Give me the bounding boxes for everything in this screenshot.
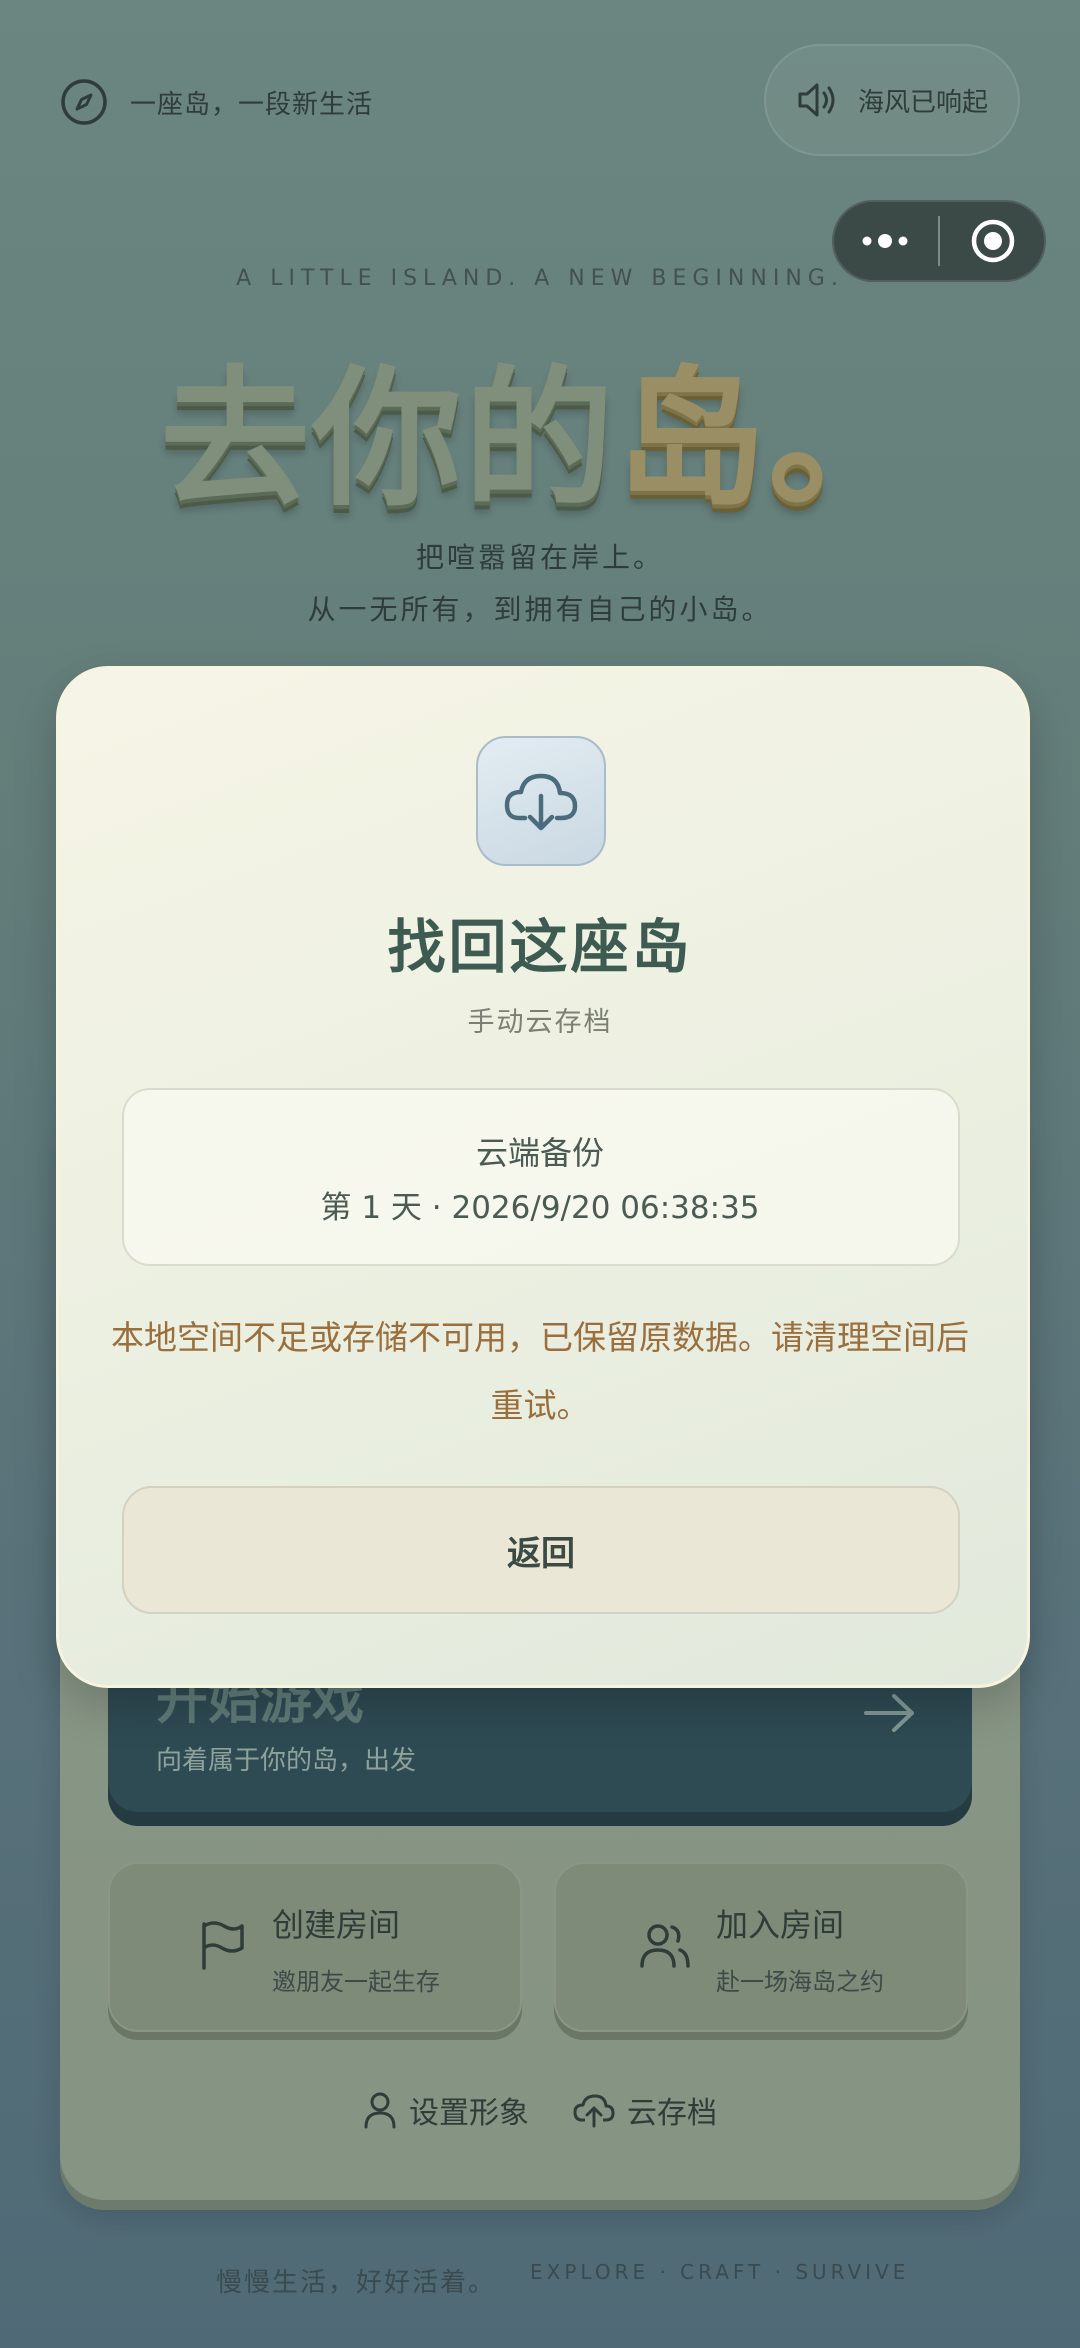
hero-title-main: 去你的 xyxy=(159,353,616,527)
top-tagline-row: 一座岛，一段新生活 xyxy=(60,76,373,128)
sound-label: 海风已响起 xyxy=(857,87,988,118)
set-avatar-label: 设置形象 xyxy=(409,2096,529,2131)
dialog-subtitle: 手动云存档 xyxy=(467,1007,613,1038)
create-room-subtitle: 邀朋友一起生存 xyxy=(272,1968,440,1996)
flag-icon xyxy=(202,1921,244,1970)
app-tagline: 一座岛，一段新生活 xyxy=(130,89,374,120)
record-circle-icon xyxy=(971,219,1015,263)
storage-warning-message: 本地空间不足或存储不可用，已保留原数据。请清理空间后重试。 xyxy=(111,1318,969,1425)
join-room-title: 加入房间 xyxy=(716,1906,845,1944)
user-icon xyxy=(364,2092,396,2129)
hero-eyebrow: A LITTLE ISLAND. A NEW BEGINNING. xyxy=(236,266,844,291)
join-room-button[interactable] xyxy=(554,1862,968,2032)
speaker-icon xyxy=(798,83,835,117)
backup-info-card xyxy=(122,1088,960,1266)
cloud-upload-icon xyxy=(573,2094,615,2128)
footer-slogan: 慢慢生活，好好活着。 xyxy=(216,2268,497,2298)
backup-details: 第 1 天 · 2026/9/20 06:38:35 xyxy=(320,1190,760,1226)
backup-label: 云端备份 xyxy=(475,1134,604,1172)
back-button[interactable]: 返回 xyxy=(122,1486,960,1614)
footer-motto: EXPLORE · CRAFT · SURVIVE xyxy=(530,2260,910,2284)
hero-subtitle-line1: 把喧嚣留在岸上。 xyxy=(415,541,664,574)
dialog-title: 找回这座岛 xyxy=(387,913,693,981)
create-room-title: 创建房间 xyxy=(272,1906,401,1944)
cloud-save-link[interactable]: 云存档 xyxy=(573,2088,717,2132)
compass-icon xyxy=(61,79,107,125)
hero-title: 去你的岛。 xyxy=(0,318,1080,535)
hero-title-accent: 岛 xyxy=(615,353,768,527)
join-room-subtitle: 赴一场海岛之约 xyxy=(716,1968,884,1996)
users-icon xyxy=(640,1924,690,1968)
create-room-button[interactable] xyxy=(108,1862,522,2032)
cloud-save-label: 云存档 xyxy=(627,2096,717,2131)
arrow-right-icon xyxy=(864,1694,914,1732)
hero-title-end: 。 xyxy=(768,353,921,527)
cloud-download-badge xyxy=(476,736,606,866)
hero-subtitle-line2: 从一无所有，到拥有自己的小岛。 xyxy=(307,593,773,626)
sound-toggle-button[interactable]: 海风已响起 xyxy=(764,44,1020,156)
more-dots-icon xyxy=(862,234,908,248)
set-avatar-link[interactable]: 设置形象 xyxy=(363,2088,529,2132)
secondary-links: 设置形象 云存档 xyxy=(0,2088,1080,2132)
start-game-subtitle: 向着属于你的岛，出发 xyxy=(156,1746,417,1776)
cloud-download-icon xyxy=(504,773,578,831)
